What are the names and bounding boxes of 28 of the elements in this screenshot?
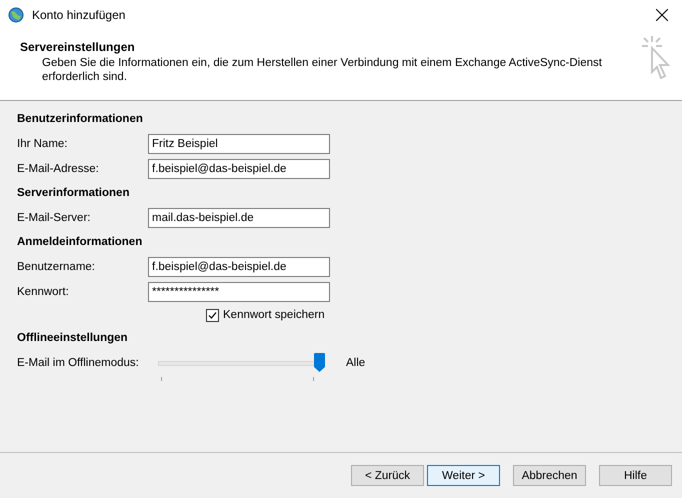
input-field[interactable]: mail.das-beispiel.de — [148, 208, 330, 228]
field-label: Benutzername: — [17, 260, 96, 272]
dialog-button[interactable]: Hilfe — [599, 465, 672, 486]
checkbox-label[interactable]: Kennwort speichern — [223, 309, 325, 321]
dialog-button[interactable]: Abbrechen — [513, 465, 586, 486]
dialog-button[interactable]: < Zurück — [351, 465, 424, 486]
section-heading: Benutzerinformationen — [17, 112, 144, 127]
globe-icon — [8, 7, 24, 23]
section-heading: Offlineeinstellungen — [17, 331, 129, 346]
field-label: E-Mail-Server: — [17, 212, 92, 224]
dialog-button[interactable]: Weiter > — [427, 465, 500, 486]
field-label: E-Mail-Adresse: — [17, 162, 100, 174]
section-heading: Serverinformationen — [17, 186, 130, 201]
field-label: Kennwort: — [17, 286, 70, 298]
window-title: Konto hinzufügen — [32, 8, 126, 22]
section-heading: Anmeldeinformationen — [17, 235, 144, 250]
input-field[interactable]: Fritz Beispiel — [148, 134, 330, 154]
page-title: Servereinstellungen — [20, 40, 136, 54]
close-icon[interactable] — [656, 9, 668, 21]
input-field[interactable]: *************** — [148, 282, 330, 302]
slider-thumb[interactable] — [314, 352, 325, 372]
input-field[interactable]: f.beispiel@das-beispiel.de — [148, 158, 330, 178]
input-field[interactable]: f.beispiel@das-beispiel.de — [148, 256, 330, 276]
field-label: E-Mail im Offlinemodus: — [17, 356, 140, 368]
field-label: Ihr Name: — [17, 138, 68, 150]
page-description: Geben Sie die Informationen ein, die zum Herstellen einer Verbindung mit einem Exchange ActiveSync-Dienst erforderlich sind. — [42, 56, 602, 84]
checkbox[interactable] — [206, 308, 219, 322]
slider-value: Alle — [346, 356, 366, 368]
